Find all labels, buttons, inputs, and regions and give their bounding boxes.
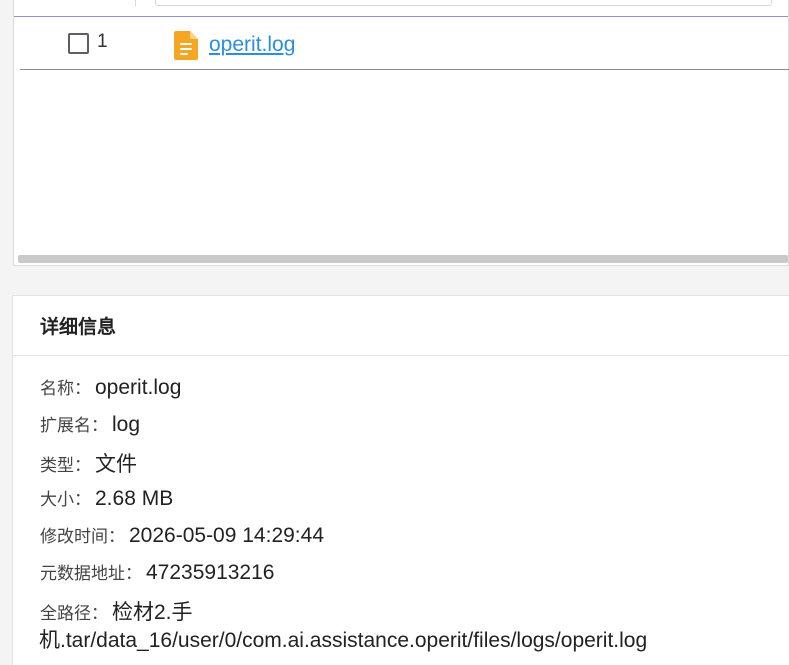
details-header: 详细信息 — [13, 296, 789, 356]
file-name-link[interactable]: operit.log — [209, 33, 295, 57]
row-index: 1 — [97, 31, 108, 52]
table-row[interactable]: 1 operit.log — [20, 18, 789, 70]
detail-row-extension: 扩展名： log — [40, 411, 789, 448]
detail-label: 修改时间： — [40, 527, 125, 547]
detail-value: operit.log — [95, 376, 182, 399]
row-checkbox[interactable] — [68, 33, 89, 54]
detail-row-metadata-address: 元数据地址： 47235913216 — [40, 559, 789, 596]
detail-label: 全路径： — [40, 604, 108, 624]
column-divider[interactable] — [135, 0, 136, 6]
detail-value: 2.68 MB — [95, 487, 174, 510]
detail-row-name: 名称： operit.log — [40, 374, 789, 411]
detail-value: 文件 — [95, 453, 137, 476]
full-path-continuation: 机.tar/data_16/user/0/com.ai.assistance.o… — [39, 629, 648, 652]
filter-input[interactable] — [155, 0, 772, 6]
file-table-panel: 1 operit.log — [13, 0, 789, 266]
detail-label: 类型： — [40, 456, 91, 476]
detail-value: 47235913216 — [146, 561, 275, 584]
detail-row-modified-time: 修改时间： 2026-05-09 14:29:44 — [40, 522, 789, 559]
detail-label: 名称： — [40, 379, 91, 399]
full-path-line: 全路径： 检材2.手 — [40, 596, 789, 628]
detail-label: 扩展名： — [40, 416, 108, 436]
detail-value: log — [112, 413, 141, 436]
details-body: 名称： operit.log 扩展名： log 类型： 文件 大小： 2.68 … — [13, 356, 789, 654]
filter-row — [14, 0, 788, 17]
detail-label: 元数据地址： — [40, 564, 142, 584]
details-title: 详细信息 — [40, 316, 117, 338]
horizontal-scrollbar[interactable] — [18, 255, 788, 263]
detail-value: 2026-05-09 14:29:44 — [129, 524, 324, 547]
detail-row-size: 大小： 2.68 MB — [40, 485, 789, 522]
detail-value: 检材2.手 — [112, 601, 193, 624]
details-panel: 详细信息 名称： operit.log 扩展名： log 类型： 文件 大小： … — [12, 295, 789, 665]
file-document-icon — [174, 31, 198, 60]
detail-label: 大小： — [40, 490, 91, 510]
detail-row-full-path: 全路径： 检材2.手 机.tar/data_16/user/0/com.ai.a… — [39, 596, 789, 654]
detail-row-type: 类型： 文件 — [40, 448, 789, 485]
